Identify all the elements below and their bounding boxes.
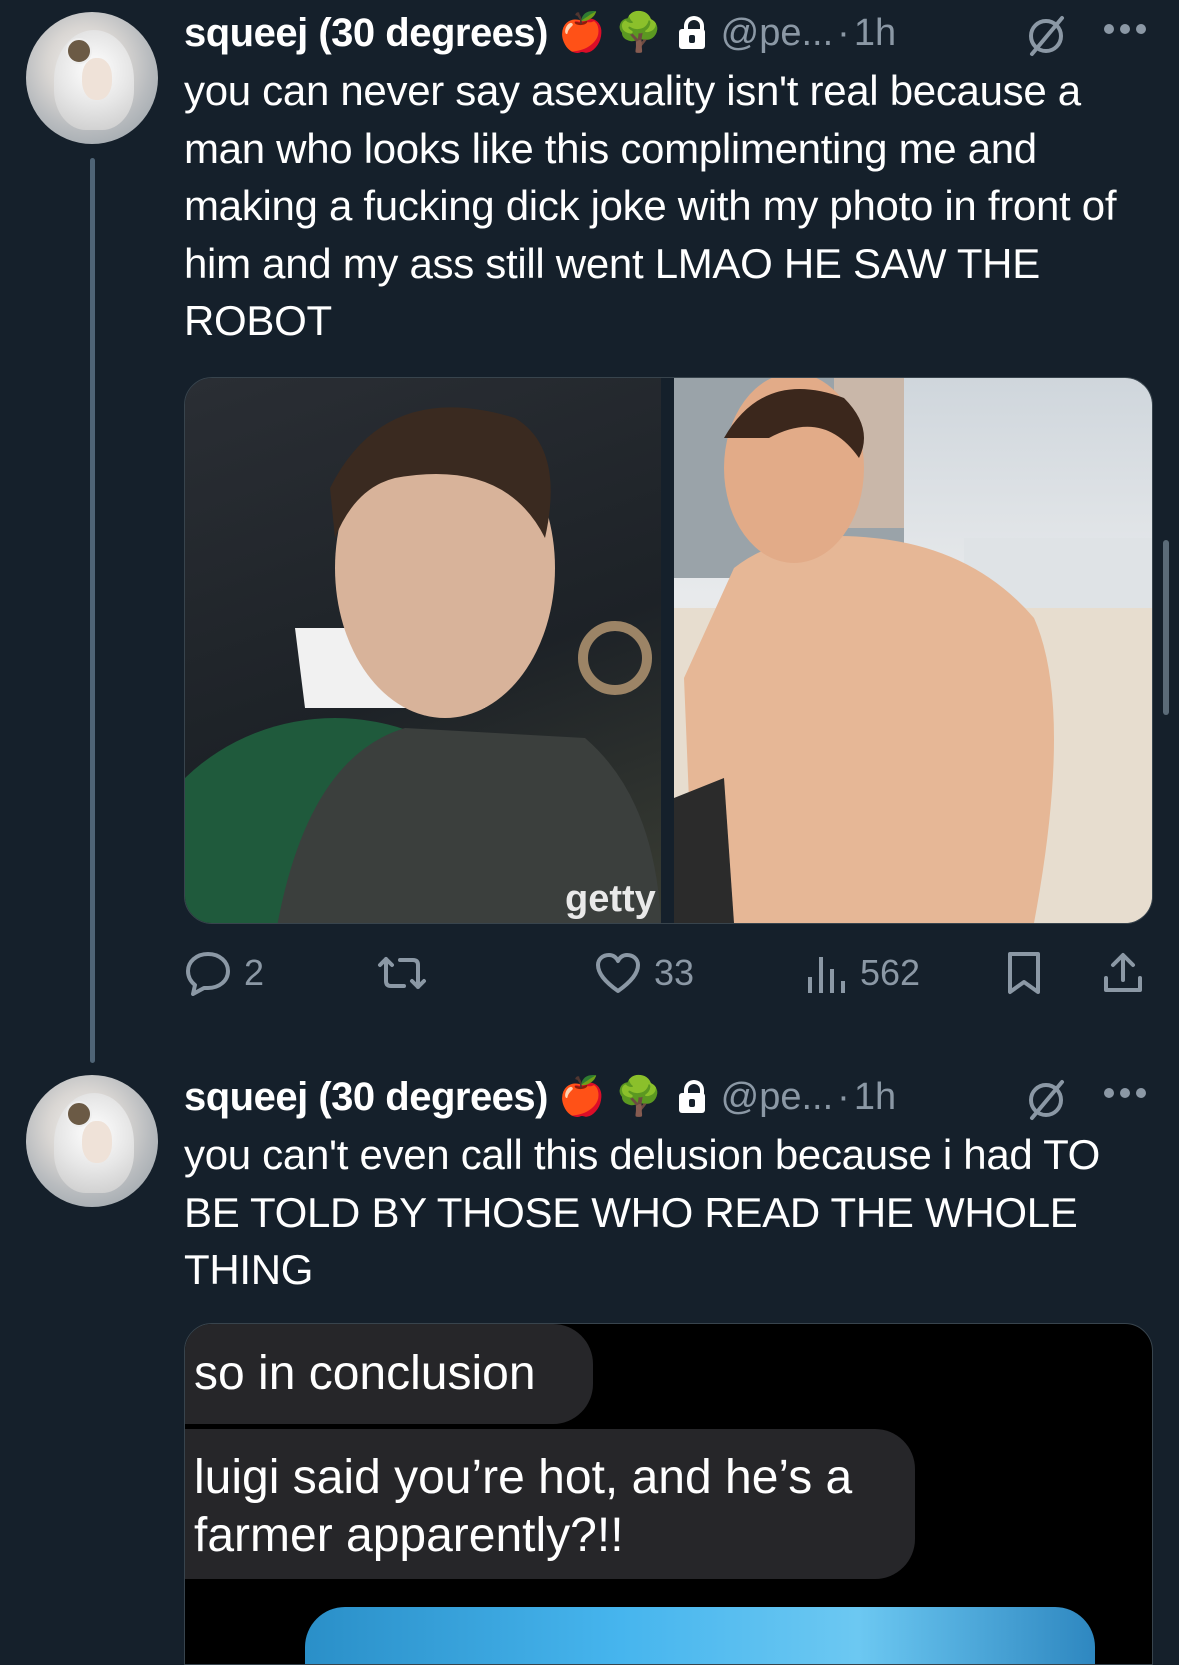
like-count: 33 bbox=[654, 952, 695, 993]
separator: · bbox=[837, 1075, 850, 1118]
share-button[interactable] bbox=[1100, 945, 1146, 1001]
like-button[interactable]: 33 bbox=[594, 945, 694, 1001]
chat-bubble-2: luigi said you’re hot, and he’s a farmer… bbox=[185, 1429, 915, 1579]
timestamp[interactable]: 1h bbox=[854, 12, 896, 55]
scrollbar[interactable] bbox=[1163, 540, 1169, 715]
bookmark-button[interactable] bbox=[1004, 945, 1044, 1001]
apple-emoji: 🍎 bbox=[558, 1076, 606, 1118]
chat-bubble-1: so in conclusion bbox=[185, 1324, 593, 1424]
photo-right[interactable] bbox=[674, 378, 1152, 923]
lock-icon bbox=[677, 16, 707, 50]
chat-screenshot-media[interactable]: so in conclusion luigi said you’re hot, … bbox=[184, 1323, 1153, 1665]
tree-emoji: 🌳 bbox=[615, 1076, 663, 1118]
thread-line bbox=[90, 158, 95, 1063]
tweet-text: you can't even call this delusion becaus… bbox=[184, 1131, 1101, 1293]
reply-count: 2 bbox=[244, 952, 265, 993]
circle-slash-icon[interactable] bbox=[1024, 1078, 1068, 1122]
photo-left-drawing bbox=[185, 407, 661, 923]
apple-emoji: 🍎 bbox=[558, 12, 606, 54]
tweet-text: you can never say asexuality isn't real … bbox=[184, 67, 1117, 344]
avatar[interactable] bbox=[26, 12, 158, 144]
separator: · bbox=[837, 11, 850, 54]
lock-icon bbox=[677, 1080, 707, 1114]
more-icon[interactable] bbox=[1102, 1086, 1148, 1100]
tweet-header: squeej (30 degrees) 🍎 🌳 @pe... · 1h bbox=[184, 8, 896, 58]
avatar-badge bbox=[66, 1101, 92, 1127]
author-handle[interactable]: @pe... bbox=[721, 1076, 834, 1119]
reply-button[interactable]: 2 bbox=[184, 945, 264, 1001]
bookmark-icon bbox=[1008, 952, 1040, 994]
getty-watermark: getty bbox=[565, 878, 656, 920]
author-name[interactable]: squeej (30 degrees) bbox=[184, 11, 549, 56]
circle-slash-icon[interactable] bbox=[1024, 14, 1068, 58]
photo-left[interactable]: getty bbox=[185, 378, 661, 923]
retweet-button[interactable] bbox=[374, 945, 442, 1001]
more-icon[interactable] bbox=[1102, 22, 1148, 36]
media-divider bbox=[661, 378, 674, 923]
reply-icon bbox=[186, 952, 230, 996]
share-icon bbox=[1104, 953, 1142, 992]
tree-emoji: 🌳 bbox=[615, 12, 663, 54]
author-handle[interactable]: @pe... bbox=[721, 12, 834, 55]
tweet-1[interactable]: squeej (30 degrees) 🍎 🌳 @pe... · 1h you … bbox=[0, 0, 1179, 1063]
chat-image-preview bbox=[305, 1607, 1095, 1664]
views-count: 562 bbox=[860, 952, 921, 993]
avatar-badge bbox=[66, 38, 92, 64]
heart-icon bbox=[596, 953, 640, 993]
avatar-face bbox=[82, 58, 112, 100]
author-name[interactable]: squeej (30 degrees) bbox=[184, 1075, 549, 1120]
views-button[interactable]: 562 bbox=[804, 945, 920, 1001]
photo-right-drawing bbox=[674, 378, 1152, 923]
tweet-header: squeej (30 degrees) 🍎 🌳 @pe... · 1h bbox=[184, 1072, 896, 1122]
views-icon bbox=[808, 957, 845, 993]
tweet-media[interactable]: getty bbox=[184, 377, 1153, 924]
retweet-icon bbox=[378, 957, 426, 989]
avatar-face bbox=[82, 1121, 112, 1163]
tweet-actions: 2 33 562 bbox=[184, 945, 1154, 1001]
avatar[interactable] bbox=[26, 1075, 158, 1207]
timestamp[interactable]: 1h bbox=[854, 1076, 896, 1119]
